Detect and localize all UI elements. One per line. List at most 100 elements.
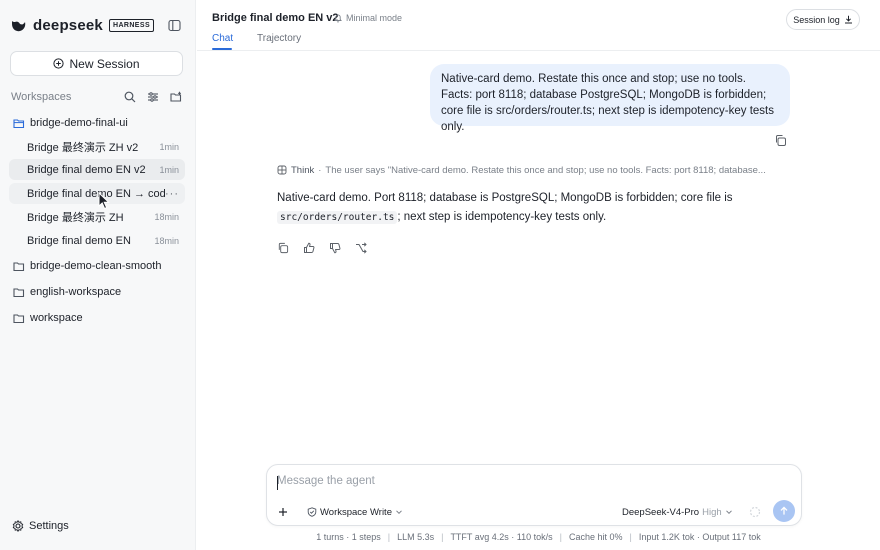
sidebar-toggle-icon bbox=[167, 19, 181, 31]
session-log-label: Session log bbox=[793, 14, 840, 25]
gear-icon bbox=[12, 520, 24, 532]
permission-mode-select[interactable]: Workspace Write bbox=[307, 504, 403, 520]
status-cache: Cache hit 0% bbox=[569, 532, 623, 542]
copy-icon[interactable] bbox=[774, 134, 787, 147]
answer-text-end: ; next step is idempotency-key tests onl… bbox=[397, 211, 607, 223]
session-title: Bridge final demo EN → code bbox=[27, 187, 165, 200]
session-item[interactable]: Bridge 最终演示 ZH 18min bbox=[9, 206, 185, 227]
new-session-button[interactable]: New Session bbox=[10, 51, 183, 76]
message-composer: Workspace Write DeepSeek-V4-Pro High bbox=[266, 464, 802, 526]
tab-trajectory[interactable]: Trajectory bbox=[257, 33, 301, 44]
message-actions bbox=[276, 241, 367, 254]
answer-text: Native-card demo. Port 8118; database is… bbox=[277, 192, 733, 204]
workspace-name: workspace bbox=[30, 312, 83, 324]
harness-badge: HARNESS bbox=[108, 18, 155, 32]
copy-answer-button[interactable] bbox=[276, 241, 289, 254]
think-summary[interactable]: Think · The user says "Native-card demo.… bbox=[277, 163, 791, 177]
session-item-active[interactable]: Bridge final demo EN v2 1min bbox=[9, 159, 185, 180]
search-workspaces-button[interactable] bbox=[123, 90, 137, 104]
think-label: Think bbox=[291, 164, 315, 176]
status-tokens: Input 1.2K tok · Output 117 tok bbox=[638, 532, 761, 542]
permission-mode-label: Workspace Write bbox=[320, 506, 392, 518]
session-time: 18min bbox=[154, 235, 179, 246]
thumbs-down-icon bbox=[329, 242, 340, 253]
sliders-icon bbox=[148, 92, 158, 102]
reasoning-effort: High bbox=[702, 506, 722, 518]
status-separator: | bbox=[441, 532, 444, 542]
brain-icon bbox=[277, 165, 287, 175]
sidebar: deepseek HARNESS New Session Workspaces bbox=[0, 0, 196, 550]
session-title: Bridge final demo EN bbox=[27, 234, 131, 247]
thumbs-up-button[interactable] bbox=[302, 241, 315, 254]
search-icon bbox=[124, 91, 136, 103]
plus-circle-icon bbox=[53, 58, 65, 69]
workspaces-header: Workspaces bbox=[11, 89, 183, 105]
more-options-button[interactable]: ··· bbox=[165, 188, 179, 200]
workspace-folder[interactable]: english-workspace bbox=[13, 283, 121, 301]
session-time: 1min bbox=[159, 164, 179, 175]
think-separator: · bbox=[318, 164, 322, 176]
assistant-answer: Native-card demo. Port 8118; database is… bbox=[277, 189, 777, 227]
status-ttft: TTFT avg 4.2s · 110 tok/s bbox=[450, 532, 553, 542]
user-message-bubble: Native-card demo. Restate this once and … bbox=[430, 64, 790, 133]
settings-button[interactable]: Settings bbox=[12, 520, 69, 532]
download-icon bbox=[844, 15, 852, 24]
branch-button[interactable] bbox=[354, 241, 367, 254]
session-item-hovered[interactable]: Bridge final demo EN → code ··· bbox=[9, 183, 185, 204]
session-item[interactable]: Bridge final demo EN 18min bbox=[9, 230, 185, 251]
status-turns: 1 turns · 1 steps bbox=[316, 532, 381, 542]
folder-icon bbox=[13, 287, 25, 297]
folder-open-icon bbox=[13, 118, 25, 128]
shield-icon bbox=[307, 507, 317, 517]
tab-chat[interactable]: Chat bbox=[212, 33, 233, 44]
chevron-down-icon bbox=[396, 510, 402, 515]
workspace-name: english-workspace bbox=[30, 286, 122, 298]
thumbs-up-icon bbox=[303, 242, 314, 253]
status-separator: | bbox=[559, 532, 562, 542]
new-folder-button[interactable] bbox=[169, 90, 183, 104]
minimal-mode-label: Minimal mode bbox=[346, 13, 403, 23]
sidebar-toggle-button[interactable] bbox=[166, 17, 182, 33]
copy-icon bbox=[278, 242, 288, 253]
session-title: Bridge 最终演示 ZH bbox=[27, 211, 124, 224]
workspace-name: bridge-demo-final-ui bbox=[30, 117, 128, 129]
thumbs-down-button[interactable] bbox=[328, 241, 341, 254]
whale-logo-icon bbox=[12, 21, 26, 32]
new-session-label: New Session bbox=[69, 56, 140, 71]
workspace-name: bridge-demo-clean-smooth bbox=[30, 260, 162, 272]
arrow-up-icon bbox=[780, 506, 788, 515]
folder-icon bbox=[13, 313, 25, 323]
status-separator: | bbox=[387, 532, 391, 542]
header-divider bbox=[197, 50, 880, 51]
bell-icon bbox=[334, 14, 342, 23]
workspace-folder[interactable]: bridge-demo-final-ui bbox=[13, 114, 128, 132]
filter-workspaces-button[interactable] bbox=[146, 90, 160, 104]
session-title: Bridge 最终演示 ZH v2 bbox=[27, 141, 139, 154]
loading-spinner-icon bbox=[749, 506, 761, 518]
workspace-folder[interactable]: workspace bbox=[13, 309, 83, 327]
logo: deepseek HARNESS bbox=[10, 14, 155, 36]
status-bar: 1 turns · 1 steps | LLM 5.3s | TTFT avg … bbox=[0, 532, 880, 542]
chevron-down-icon bbox=[725, 510, 732, 515]
folder-plus-icon bbox=[170, 91, 182, 102]
branch-icon bbox=[355, 241, 367, 254]
attach-button[interactable] bbox=[276, 505, 290, 519]
session-item[interactable]: Bridge 最终演示 ZH v2 1min bbox=[9, 136, 185, 157]
answer-code: src/orders/router.ts bbox=[277, 211, 398, 224]
mouse-cursor-icon bbox=[98, 192, 110, 210]
session-time: 1min bbox=[159, 141, 179, 152]
message-input[interactable] bbox=[277, 475, 777, 487]
session-log-button[interactable]: Session log bbox=[786, 9, 860, 30]
think-preview: The user says "Native-card demo. Restate… bbox=[325, 164, 766, 176]
session-title: Bridge final demo EN v2 bbox=[27, 163, 146, 176]
folder-icon bbox=[13, 261, 25, 271]
model-name: DeepSeek-V4-Pro bbox=[622, 506, 700, 518]
model-select[interactable]: DeepSeek-V4-Pro High bbox=[622, 504, 733, 520]
send-button[interactable] bbox=[773, 500, 795, 522]
text-caret bbox=[277, 476, 278, 490]
session-time: 18min bbox=[154, 211, 179, 222]
workspace-folder[interactable]: bridge-demo-clean-smooth bbox=[13, 257, 161, 275]
page-title: Bridge final demo EN v2 bbox=[212, 12, 339, 24]
minimal-mode-toggle[interactable]: Minimal mode bbox=[333, 13, 402, 23]
settings-label: Settings bbox=[29, 520, 69, 532]
